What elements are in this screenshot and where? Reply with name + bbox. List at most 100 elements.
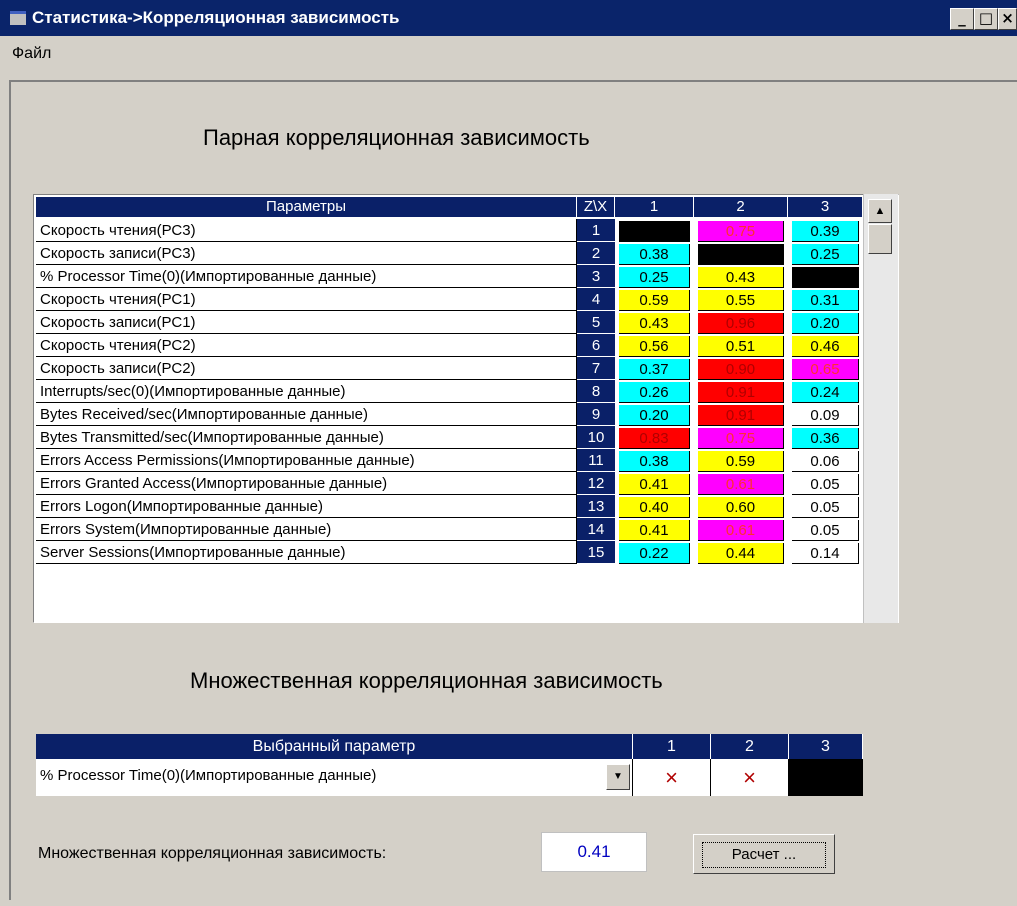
pair-section-title: Парная корреляционная зависимость — [203, 125, 590, 150]
row-number[interactable]: 3 — [577, 265, 615, 288]
corr-cell[interactable]: 0.22 — [619, 543, 690, 564]
corr-cell[interactable]: 0.44 — [698, 543, 784, 564]
row-number[interactable]: 15 — [577, 541, 615, 564]
param-name[interactable]: Скорость записи(РС2) — [36, 357, 577, 380]
param-name[interactable]: Interrupts/sec(0)(Импортированные данные… — [36, 380, 577, 403]
corr-cell[interactable]: 0.96 — [698, 313, 784, 334]
corr-cell[interactable]: 0.61 — [698, 520, 784, 541]
corr-cell[interactable]: 0.05 — [792, 497, 859, 518]
corr-cell[interactable]: 0.06 — [792, 451, 859, 472]
row-number[interactable]: 9 — [577, 403, 615, 426]
corr-cell[interactable]: 0.31 — [792, 290, 859, 311]
corr-cell[interactable]: 0.26 — [619, 382, 690, 403]
row-number[interactable]: 1 — [577, 219, 615, 242]
multi-result-label: Множественная корреляционная зависимость… — [38, 845, 387, 862]
title-bar[interactable]: Статистика->Корреляционная зависимость _… — [0, 0, 1017, 36]
corr-cell[interactable]: 0.43 — [698, 267, 784, 288]
row-number[interactable]: 12 — [577, 472, 615, 495]
close-button[interactable]: × — [998, 8, 1017, 30]
param-name[interactable]: Errors System(Импортированные данные) — [36, 518, 577, 541]
calculate-button-label: Расчет ... — [702, 842, 826, 868]
corr-cell[interactable]: 0.37 — [619, 359, 690, 380]
row-number[interactable]: 10 — [577, 426, 615, 449]
row-number[interactable]: 11 — [577, 449, 615, 472]
corr-cell[interactable]: 0.56 — [619, 336, 690, 357]
scroll-up-button[interactable]: ▲ — [868, 199, 892, 223]
corr-cell[interactable]: 0.41 — [619, 520, 690, 541]
param-name[interactable]: Bytes Transmitted/sec(Импортированные да… — [36, 426, 577, 449]
multi-cell-2[interactable]: × — [711, 759, 789, 796]
param-name[interactable]: Errors Access Permissions(Импортированны… — [36, 449, 577, 472]
app-icon — [10, 11, 26, 25]
maximize-button[interactable]: □ — [974, 8, 998, 30]
corr-cell[interactable]: 0.38 — [619, 451, 690, 472]
corr-cell[interactable]: 0.39 — [792, 221, 859, 242]
corr-cell[interactable]: 0.09 — [792, 405, 859, 426]
corr-cell[interactable] — [619, 221, 690, 242]
scroll-thumb[interactable] — [868, 224, 892, 254]
corr-cell[interactable] — [792, 267, 859, 288]
param-name[interactable]: Скорость чтения(РС2) — [36, 334, 577, 357]
corr-cell[interactable]: 0.05 — [792, 474, 859, 495]
corr-cell[interactable]: 0.14 — [792, 543, 859, 564]
corr-cell[interactable]: 0.20 — [792, 313, 859, 334]
pair-grid-scrollbar[interactable] — [863, 194, 898, 623]
corr-cell[interactable]: 0.25 — [619, 267, 690, 288]
dropdown-arrow-icon[interactable]: ▼ — [606, 764, 630, 790]
header-col-2: 2 — [694, 197, 788, 217]
corr-cell[interactable]: 0.51 — [698, 336, 784, 357]
row-number[interactable]: 13 — [577, 495, 615, 518]
corr-cell[interactable]: 0.55 — [698, 290, 784, 311]
corr-cell[interactable]: 0.43 — [619, 313, 690, 334]
corr-cell[interactable]: 0.59 — [698, 451, 784, 472]
multi-section-title: Множественная корреляционная зависимость — [190, 668, 663, 693]
corr-cell[interactable]: 0.36 — [792, 428, 859, 449]
minimize-button[interactable]: _ — [950, 8, 974, 30]
corr-cell[interactable]: 0.75 — [698, 428, 784, 449]
corr-cell[interactable]: 0.90 — [698, 359, 784, 380]
parameter-select-value: % Processor Time(0)(Импортированные данн… — [40, 767, 377, 784]
param-name[interactable]: Errors Granted Access(Импортированные да… — [36, 472, 577, 495]
menu-file[interactable]: Файл — [12, 45, 51, 63]
param-name[interactable]: Скорость записи(РС3) — [36, 242, 577, 265]
multi-cell-3[interactable] — [789, 759, 863, 796]
param-name[interactable]: Скорость записи(РС1) — [36, 311, 577, 334]
row-number[interactable]: 2 — [577, 242, 615, 265]
header-params: Параметры — [36, 197, 577, 217]
row-number[interactable]: 5 — [577, 311, 615, 334]
multi-cell-1[interactable]: × — [633, 759, 711, 796]
corr-cell[interactable]: 0.20 — [619, 405, 690, 426]
corr-cell[interactable] — [698, 244, 784, 265]
corr-cell[interactable]: 0.60 — [698, 497, 784, 518]
corr-cell[interactable]: 0.91 — [698, 382, 784, 403]
row-number[interactable]: 14 — [577, 518, 615, 541]
corr-cell[interactable]: 0.05 — [792, 520, 859, 541]
param-name[interactable]: Скорость чтения(РС3) — [36, 219, 577, 242]
row-number[interactable]: 7 — [577, 357, 615, 380]
row-number[interactable]: 8 — [577, 380, 615, 403]
corr-cell[interactable]: 0.65 — [792, 359, 859, 380]
header-zx: Z\X — [577, 197, 615, 217]
app-window: Статистика->Корреляционная зависимость _… — [0, 0, 1017, 906]
param-name[interactable]: Errors Logon(Импортированные данные) — [36, 495, 577, 518]
corr-cell[interactable]: 0.83 — [619, 428, 690, 449]
corr-cell[interactable]: 0.61 — [698, 474, 784, 495]
corr-cell[interactable]: 0.25 — [792, 244, 859, 265]
corr-cell[interactable]: 0.91 — [698, 405, 784, 426]
corr-cell[interactable]: 0.75 — [698, 221, 784, 242]
param-name[interactable]: Bytes Received/sec(Импортированные данны… — [36, 403, 577, 426]
param-name[interactable]: Server Sessions(Импортированные данные) — [36, 541, 577, 564]
row-number[interactable]: 6 — [577, 334, 615, 357]
corr-cell[interactable]: 0.24 — [792, 382, 859, 403]
param-name[interactable]: Скорость чтения(РС1) — [36, 288, 577, 311]
window-title: Статистика->Корреляционная зависимость — [32, 8, 400, 27]
corr-cell[interactable]: 0.41 — [619, 474, 690, 495]
row-number[interactable]: 4 — [577, 288, 615, 311]
multi-header-param: Выбранный параметр — [36, 734, 633, 759]
corr-cell[interactable]: 0.38 — [619, 244, 690, 265]
corr-cell[interactable]: 0.40 — [619, 497, 690, 518]
corr-cell[interactable]: 0.59 — [619, 290, 690, 311]
param-name[interactable]: % Processor Time(0)(Импортированные данн… — [36, 265, 577, 288]
multi-header-col-1: 1 — [633, 734, 711, 759]
corr-cell[interactable]: 0.46 — [792, 336, 859, 357]
